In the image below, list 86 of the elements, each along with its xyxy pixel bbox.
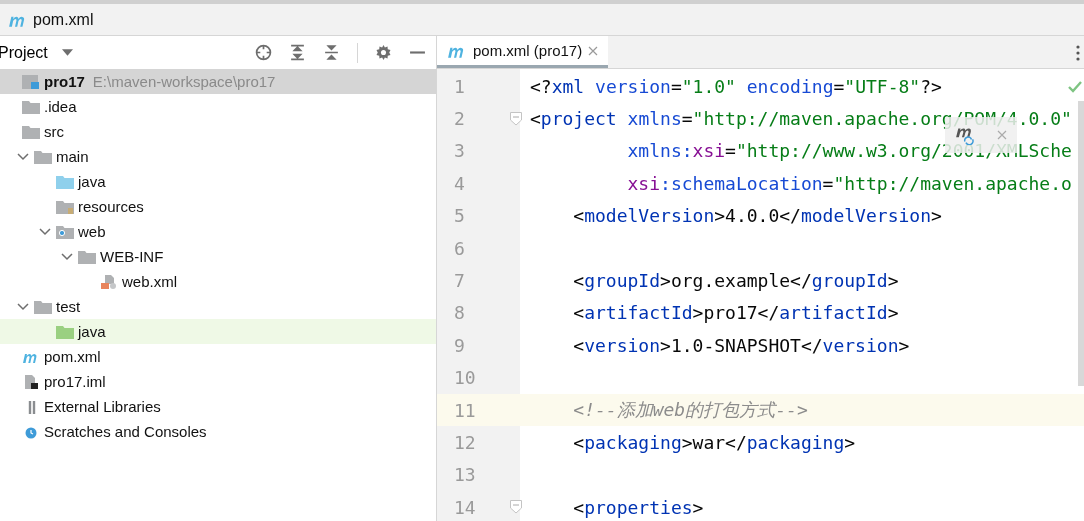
- line-number: 8: [453, 302, 466, 324]
- line-number: 3: [453, 140, 466, 162]
- folder-icon: [56, 324, 74, 339]
- tree-item[interactable]: test: [0, 294, 436, 319]
- collapse-all-icon[interactable]: [323, 44, 340, 61]
- tree-item[interactable]: web: [0, 219, 436, 244]
- tree-item[interactable]: web.xml: [0, 269, 436, 294]
- tree-item-label: .idea: [44, 98, 77, 115]
- editor-tab[interactable]: pom.xml (pro17): [437, 36, 609, 68]
- xml-file-icon: [100, 274, 118, 289]
- code-line: <packaging>war</packaging>: [572, 432, 856, 453]
- tree-item[interactable]: java: [0, 319, 436, 344]
- tree-item[interactable]: pom.xml: [0, 344, 436, 369]
- project-view-dropdown[interactable]: Project: [0, 43, 73, 62]
- line-number: 9: [453, 334, 466, 356]
- breadcrumb-file[interactable]: pom.xml: [33, 10, 94, 29]
- tree-item-label: pom.xml: [44, 348, 101, 365]
- tree-item[interactable]: External Libraries: [0, 394, 436, 419]
- tree-item-label: java: [78, 173, 106, 190]
- tree-item-label: test: [56, 298, 81, 315]
- tree-item-label: src: [44, 123, 64, 140]
- fold-marker-icon[interactable]: [510, 500, 522, 515]
- tree-item[interactable]: pro17.iml: [0, 369, 436, 394]
- code-line: xmlns:xsi="http://www.w3.org/2001/XMLSche: [626, 140, 1072, 162]
- tree-item[interactable]: src: [0, 119, 436, 144]
- file-icon: [22, 374, 40, 389]
- tree-item[interactable]: main: [0, 144, 436, 169]
- tree-item-label: Scratches and Consoles: [44, 423, 207, 440]
- tree-item-label: web.xml: [122, 273, 177, 290]
- expand-all-icon[interactable]: [289, 44, 306, 61]
- code-line: <!--添加web的打包方式-->: [572, 398, 808, 423]
- project-path: E:\maven-workspace\pro17: [92, 73, 276, 90]
- fold-marker-icon[interactable]: [510, 111, 522, 126]
- settings-icon[interactable]: [375, 44, 392, 61]
- tree-item[interactable]: pro17 E:\maven-workspace\pro17: [0, 69, 436, 94]
- tree-item[interactable]: java: [0, 169, 436, 194]
- line-number: 5: [453, 205, 466, 227]
- more-icon[interactable]: [1076, 45, 1080, 61]
- close-icon[interactable]: [588, 45, 599, 56]
- line-number: 13: [453, 464, 477, 486]
- code-line: <groupId>org.example</groupId>: [572, 270, 899, 292]
- folder-icon: [34, 299, 52, 314]
- chevron-icon[interactable]: [17, 302, 29, 311]
- folder-icon: [56, 199, 74, 214]
- line-number: 10: [453, 367, 477, 389]
- tree-item[interactable]: resources: [0, 194, 436, 219]
- tree-item-label: web: [78, 223, 106, 240]
- check-icon: [1068, 81, 1082, 93]
- tree-item-label: main: [56, 148, 89, 165]
- folder-icon: [34, 149, 52, 164]
- locate-icon[interactable]: [255, 44, 272, 61]
- line-number: 6: [453, 237, 466, 259]
- chevron-icon[interactable]: [61, 252, 73, 261]
- line-number: 11: [453, 399, 477, 421]
- line-number: 7: [453, 270, 466, 292]
- line-number: 2: [453, 108, 466, 130]
- tree-item[interactable]: WEB-INF: [0, 244, 436, 269]
- folder-icon: [56, 224, 74, 239]
- tab-title: pom.xml (pro17): [473, 42, 583, 59]
- code-line: <modelVersion>4.0.0</modelVersion>: [572, 205, 942, 227]
- folder-icon: [78, 249, 96, 264]
- tree-item-label: pro17: [44, 73, 85, 90]
- tree-item-label: WEB-INF: [100, 248, 164, 265]
- tree-item[interactable]: Scratches and Consoles: [0, 419, 436, 444]
- tree-item-label: java: [78, 323, 106, 340]
- code-line: <project xmlns="http://maven.apache.org/POM/4.0.0": [530, 108, 1072, 130]
- tree-item-label: External Libraries: [44, 398, 161, 415]
- folder-icon: [22, 124, 40, 139]
- folder-icon: [56, 174, 74, 189]
- folder-icon: [22, 99, 40, 114]
- tree-item-label: resources: [78, 198, 144, 215]
- dropdown-arrow-icon: [61, 49, 73, 56]
- line-number: 1: [453, 75, 466, 97]
- chevron-icon[interactable]: [39, 227, 51, 236]
- line-number: 12: [453, 432, 477, 453]
- chevron-icon[interactable]: [17, 152, 29, 161]
- code-line: <properties>: [572, 496, 704, 518]
- code-line: <?xml version="1.0" encoding="UTF-8"?>: [530, 75, 942, 97]
- code-line: <artifactId>pro17</artifactId>: [572, 302, 899, 324]
- code-line: <version>1.0-SNAPSHOT</version>: [572, 334, 910, 356]
- module-icon: [22, 74, 40, 89]
- code-line: xsi:schemaLocation="http://maven.apache.o: [626, 172, 1072, 194]
- line-number: 14: [453, 496, 477, 518]
- line-number: 4: [453, 172, 466, 194]
- tree-item-label: pro17.iml: [44, 373, 106, 390]
- tree-item[interactable]: .idea: [0, 94, 436, 119]
